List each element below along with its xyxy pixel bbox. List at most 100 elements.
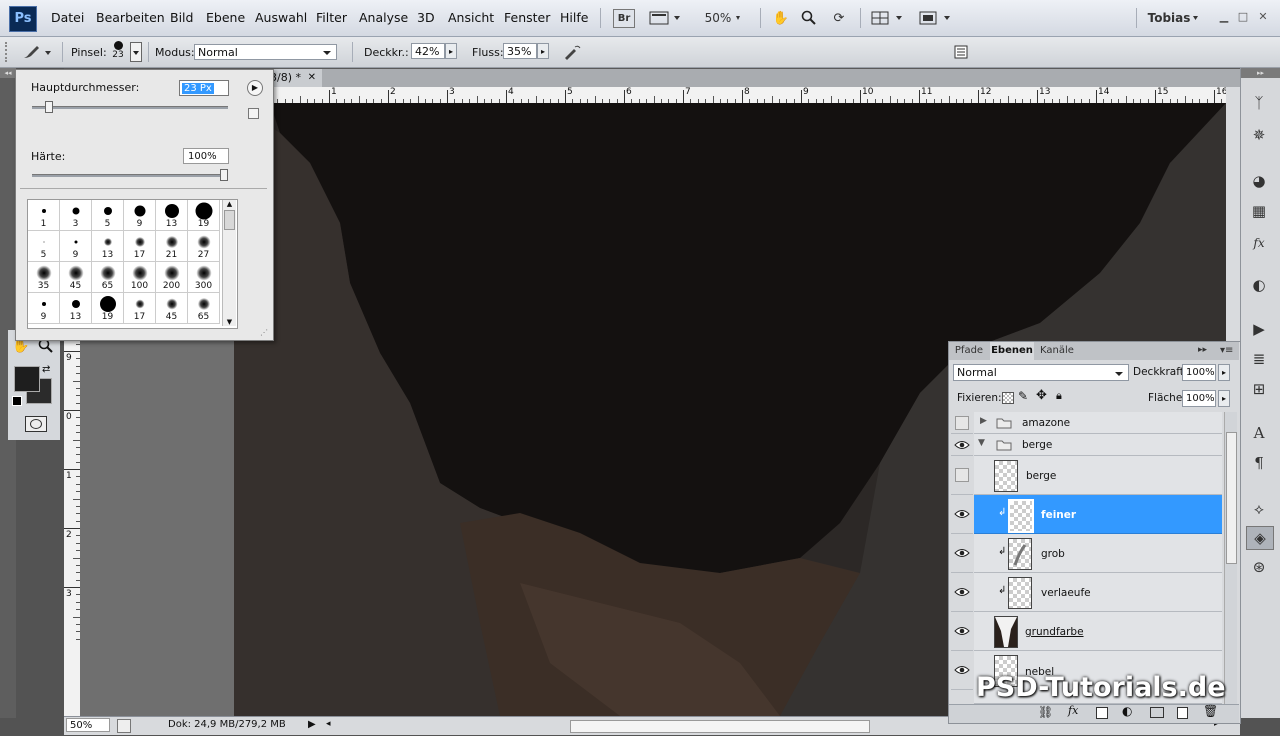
diameter-slider-thumb[interactable] — [45, 101, 54, 113]
brush-preset[interactable]: 45 — [60, 262, 92, 293]
toggle-brush-panel-button[interactable] — [950, 42, 972, 62]
fill-field[interactable]: 100% — [1182, 390, 1216, 407]
status-arrow-icon[interactable]: ▶ — [308, 719, 316, 730]
history-dock-icon[interactable]: ≣ — [1246, 348, 1272, 370]
menu-datei[interactable]: Datei — [51, 10, 84, 25]
brush-preset[interactable]: 17 — [124, 231, 156, 262]
brush-preset[interactable]: 65 — [188, 293, 220, 324]
color-dock-icon[interactable]: ◕ — [1246, 170, 1272, 192]
hardness-slider-thumb[interactable] — [220, 169, 228, 181]
hardness-slider-track[interactable] — [32, 174, 228, 177]
layer-opacity-slider-toggle[interactable]: ▸ — [1218, 364, 1230, 381]
hand-tool-button[interactable]: ✋ — [770, 8, 792, 28]
trash-icon[interactable]: 🗑︎ — [1203, 704, 1218, 718]
brush-preset[interactable]: 21 — [156, 231, 188, 262]
layer-feiner[interactable]: ↲ feiner — [974, 495, 1222, 534]
foreground-color-swatch[interactable] — [14, 366, 40, 392]
adjustments-dock-icon[interactable]: ◐ — [1246, 274, 1272, 296]
brush-grid-scroll-thumb[interactable] — [224, 210, 235, 230]
brush-preset[interactable]: 65 — [92, 262, 124, 293]
visibility-toggle[interactable] — [951, 456, 973, 495]
brush-preset[interactable]: 13 — [60, 293, 92, 324]
opacity-slider-toggle[interactable]: ▸ — [445, 43, 457, 59]
diameter-slider-track[interactable] — [32, 106, 228, 109]
visibility-toggle[interactable] — [951, 573, 973, 612]
menu-ansicht[interactable]: Ansicht — [448, 10, 494, 25]
collapse-right-icon[interactable]: ▸▸ — [1241, 68, 1280, 78]
layers-dock-icon[interactable]: ◈ — [1246, 526, 1274, 550]
tab-layers[interactable]: Ebenen — [990, 342, 1034, 360]
visibility-toggle[interactable] — [951, 612, 973, 651]
hardness-field[interactable]: 100% — [183, 148, 229, 164]
lock-all-icon[interactable]: 🔒︎ — [1056, 389, 1062, 403]
collapse-left-icon[interactable]: ◂◂ — [0, 68, 16, 78]
options-grip[interactable] — [5, 42, 15, 62]
add-mask-icon[interactable] — [1096, 707, 1108, 719]
fill-slider-toggle[interactable]: ▸ — [1218, 390, 1230, 407]
swatches-dock-icon[interactable]: ▦ — [1246, 200, 1272, 222]
opacity-field[interactable]: 42% — [411, 43, 445, 59]
screen-mode-button[interactable] — [918, 8, 956, 28]
clone-dock-icon[interactable]: ⊞ — [1246, 378, 1272, 400]
paragraph-dock-icon[interactable]: ¶ — [1246, 452, 1272, 474]
navigator-dock-icon[interactable]: ✵ — [1246, 124, 1272, 146]
blend-mode-select[interactable]: Normal — [953, 364, 1129, 381]
brush-preset[interactable]: 200 — [156, 262, 188, 293]
zoom-field[interactable]: 50% — [66, 718, 110, 732]
close-icon[interactable]: ✕ — [1256, 11, 1270, 23]
layer-group-berge[interactable]: ▼ berge — [974, 434, 1222, 456]
layers-scrollbar[interactable] — [1224, 412, 1237, 705]
layer-group-amazone[interactable]: ▶ amazone — [974, 412, 1222, 434]
tool-preset-picker[interactable] — [20, 42, 56, 62]
tab-paths[interactable]: Pfade — [952, 342, 986, 360]
view-extras-button[interactable] — [648, 8, 682, 28]
brush-options-menu-icon[interactable]: ▶ — [247, 80, 263, 96]
brush-preset[interactable]: 45 — [156, 293, 188, 324]
panel-menu-icon[interactable]: ▾≡ — [1220, 345, 1233, 356]
zoom-tool-button[interactable] — [798, 8, 820, 28]
visibility-toggle[interactable] — [951, 412, 973, 434]
brush-preset[interactable]: 35 — [28, 262, 60, 293]
quick-mask-button[interactable] — [25, 416, 47, 432]
brush-grid-scrollbar[interactable]: ▲ ▼ — [222, 200, 236, 326]
zoom-level-select[interactable]: 50% — [700, 8, 750, 28]
layer-berge[interactable]: berge — [974, 456, 1222, 495]
expand-triangle-icon[interactable]: ▶ — [980, 416, 987, 426]
brush-preset[interactable]: 13 — [92, 231, 124, 262]
scroll-left-icon[interactable]: ◂ — [326, 719, 331, 729]
scroll-up-icon[interactable]: ▲ — [223, 200, 236, 208]
layer-grob[interactable]: ↲ grob — [974, 534, 1222, 573]
flow-slider-toggle[interactable]: ▸ — [537, 43, 549, 59]
collapse-panel-icon[interactable]: ▸▸ — [1198, 345, 1207, 355]
brush-preset[interactable]: 1 — [28, 200, 60, 231]
link-layers-icon[interactable]: ⛓ — [1038, 705, 1053, 719]
brush-preset[interactable]: 5 — [28, 231, 60, 262]
new-group-icon[interactable] — [1150, 707, 1164, 718]
arrange-documents-button[interactable] — [870, 8, 908, 28]
bridge-button[interactable]: Br — [613, 9, 635, 28]
diameter-field[interactable]: 23 Px — [179, 80, 229, 96]
menu-bild[interactable]: Bild — [170, 10, 193, 25]
resize-grip-icon[interactable]: ⋰ — [260, 328, 268, 337]
brush-preset[interactable]: 19 — [188, 200, 220, 231]
adjustment-layer-icon[interactable]: ◐ — [1122, 704, 1132, 718]
status-menu-icon[interactable] — [117, 719, 131, 733]
brush-preview[interactable]: 23 — [110, 40, 126, 64]
actions-dock-icon[interactable]: ▶ — [1246, 318, 1272, 340]
maximize-icon[interactable]: □ — [1236, 11, 1250, 23]
menu-analyse[interactable]: Analyse — [359, 10, 408, 25]
scroll-down-icon[interactable]: ▼ — [223, 318, 236, 326]
brush-preset[interactable]: 9 — [60, 231, 92, 262]
brush-preset[interactable]: 3 — [60, 200, 92, 231]
menu-filter[interactable]: Filter — [316, 10, 347, 25]
rotate-view-button[interactable]: ⟳ — [828, 8, 850, 28]
brush-preset[interactable]: 100 — [124, 262, 156, 293]
brush-preset[interactable]: 9 — [124, 200, 156, 231]
lock-transparency-icon[interactable] — [1002, 392, 1014, 404]
brush-preset[interactable]: 13 — [156, 200, 188, 231]
mode-select[interactable]: Normal — [194, 44, 337, 60]
flow-field[interactable]: 35% — [503, 43, 537, 59]
new-layer-icon[interactable] — [1177, 707, 1188, 719]
fx-icon[interactable]: fx — [1068, 704, 1078, 717]
visibility-toggle[interactable] — [951, 534, 973, 573]
